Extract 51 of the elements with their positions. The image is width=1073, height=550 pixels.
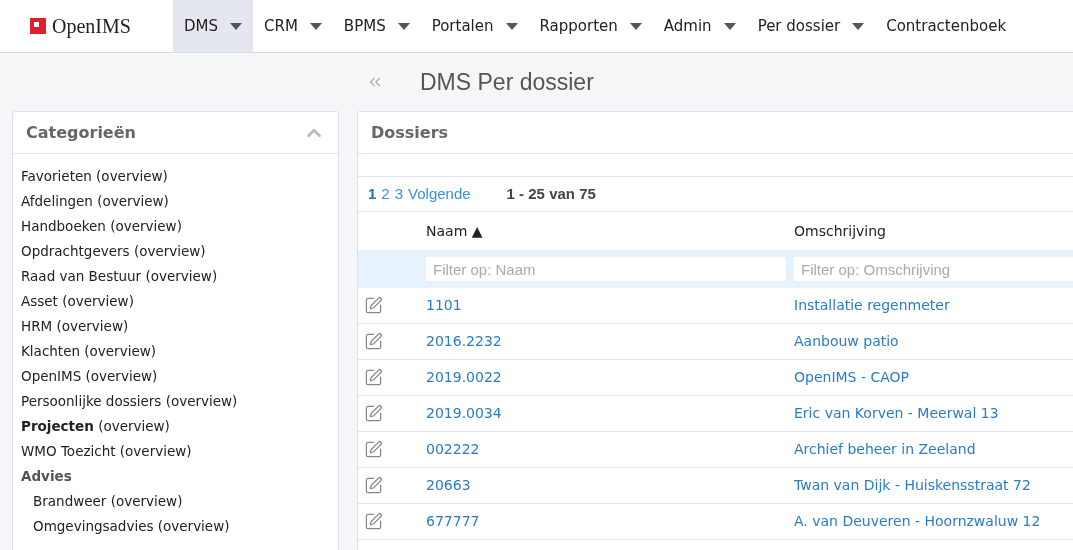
category-link[interactable]: Opdrachtgevers (overview)	[21, 243, 206, 259]
category-link[interactable]: Persoonlijke dossiers (overview)	[21, 393, 238, 409]
category-link[interactable]: Asset (overview)	[21, 293, 134, 309]
category-link[interactable]: Handboeken (overview)	[21, 218, 182, 234]
category-link[interactable]: Klachten (overview)	[21, 343, 157, 359]
logo-icon	[30, 18, 46, 34]
dossier-description-link[interactable]: OpenIMS - CAOP	[794, 367, 909, 388]
edit-icon[interactable]	[364, 404, 383, 423]
result-range: 1 - 25 van 75	[506, 183, 596, 204]
dossier-description-link[interactable]: Twan van Dijk - Huiskensstraat 72	[794, 475, 1031, 496]
page-title: DMS Per dossier	[420, 67, 594, 97]
dossier-description-link[interactable]: Aanbouw patio	[794, 331, 899, 352]
category-group-label: Advies	[21, 467, 73, 486]
category-link[interactable]: Afdelingen (overview)	[21, 193, 169, 209]
category-link[interactable]: Omgevingsadvies (overview)	[33, 518, 230, 534]
category-link[interactable]: Raad van Bestuur (overview)	[21, 268, 218, 284]
category-link[interactable]: OpenIMS (overview)	[21, 368, 158, 384]
dossier-description-link[interactable]: Installatie regenmeter	[794, 295, 950, 316]
page-link[interactable]: 2	[381, 182, 390, 206]
filter-field[interactable]: Filter op: Naam	[426, 257, 786, 281]
dossier-number-link[interactable]: 002222	[426, 439, 794, 460]
dossier-description-link[interactable]: Archief beheer in Zeeland	[794, 439, 976, 460]
edit-icon[interactable]	[364, 332, 383, 351]
edit-icon[interactable]	[364, 512, 383, 531]
next-page-link[interactable]: Volgende	[408, 182, 471, 206]
category-link[interactable]: Favorieten (overview)	[21, 168, 168, 184]
dossier-description-link[interactable]: A. van Deuveren - Hoornzwaluw 12	[794, 511, 1041, 532]
category-link[interactable]: HRM (overview)	[21, 318, 129, 334]
category-link[interactable]: WMO Toezicht (overview)	[21, 443, 192, 459]
dossier-number-link[interactable]: 2019.0022	[426, 367, 794, 388]
edit-icon[interactable]	[364, 440, 383, 459]
column-header[interactable]: Naam ▲	[426, 220, 794, 242]
panel-title: Categorieën	[26, 121, 136, 144]
page-link[interactable]: 1	[368, 182, 377, 206]
nav-menu-item[interactable]: DMS	[173, 0, 253, 52]
edit-icon[interactable]	[364, 476, 383, 495]
dossier-number-link[interactable]: 2016.2232	[426, 331, 794, 352]
edit-icon[interactable]	[364, 368, 383, 387]
dossier-number-link[interactable]: 1101	[426, 295, 794, 316]
dossier-number-link[interactable]: 20663	[426, 475, 794, 496]
panel-title: Dossiers	[371, 121, 449, 144]
category-link[interactable]: Brandweer (overview)	[33, 493, 183, 509]
page-link[interactable]: 3	[394, 182, 404, 206]
edit-icon[interactable]	[364, 296, 383, 315]
dossier-number-link[interactable]: 677777	[426, 511, 794, 532]
dossier-description-link[interactable]: Eric van Korven - Meerwal 13	[794, 403, 999, 424]
category-link[interactable]: Projecten (overview)	[21, 418, 170, 434]
column-header[interactable]: Omschrijving	[794, 220, 886, 242]
brand-name: OpenIMS	[52, 14, 131, 40]
dossier-number-link[interactable]: 2019.0034	[426, 403, 794, 424]
filter-field[interactable]: Filter op: Omschrijving	[794, 257, 1073, 281]
